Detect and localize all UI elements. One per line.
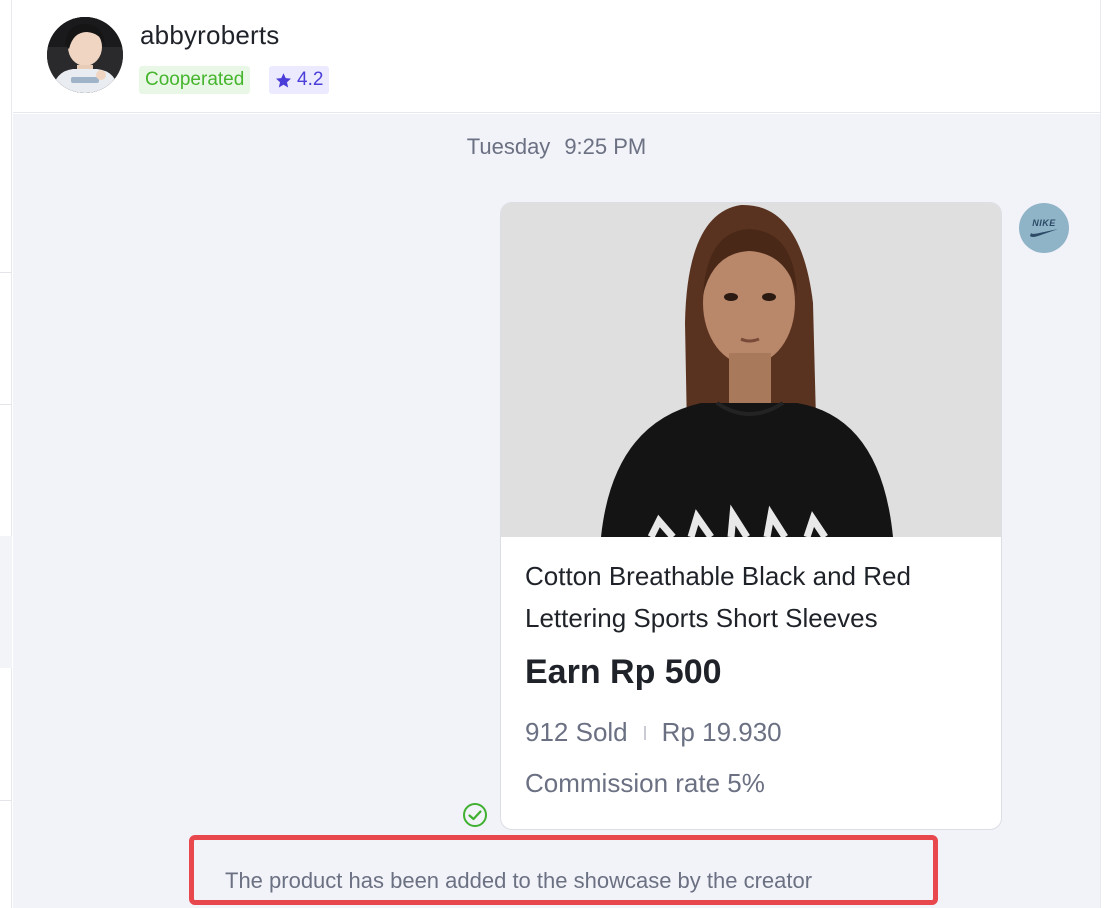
product-card[interactable]: Cotton Breathable Black and Red Letterin… <box>500 202 1002 830</box>
product-stats: 912 Sold Rp 19.930 <box>525 717 782 748</box>
showcase-notice: The product has been added to the showca… <box>225 868 813 893</box>
nike-logo-text: NIKE <box>1032 218 1056 228</box>
cooperated-badge: Cooperated <box>139 66 251 94</box>
rating-value: 4.2 <box>297 69 324 90</box>
stats-divider <box>643 725 646 740</box>
star-icon <box>276 72 291 87</box>
timestamp-day: Tuesday <box>466 134 551 159</box>
profile-photo-icon <box>47 17 123 93</box>
timestamp-time: 9:25 PM <box>564 134 647 159</box>
commission-rate: Commission rate 5% <box>525 768 765 798</box>
message-timestamp: Tuesday 9:25 PM <box>13 134 1100 160</box>
right-panel-edge <box>1100 0 1110 908</box>
creator-username: abbyroberts <box>140 20 280 50</box>
product-photo-icon <box>501 203 1001 537</box>
left-panel-edge <box>0 0 12 908</box>
rating-badge: 4.2 <box>269 66 330 94</box>
chat-thread: Tuesday 9:25 PM NIKE Cotton Breathable B… <box>13 114 1100 908</box>
creator-avatar[interactable] <box>47 17 123 93</box>
nike-swoosh-icon <box>1030 229 1058 237</box>
check-circle-icon <box>463 803 487 827</box>
sold-count: 912 Sold <box>525 717 628 747</box>
product-price: Rp 19.930 <box>661 717 782 747</box>
brand-avatar[interactable]: NIKE <box>1019 203 1069 253</box>
product-title: Cotton Breathable Black and Red Letterin… <box>525 561 911 633</box>
earn-amount: Earn Rp 500 <box>525 653 722 691</box>
chat-header: abbyroberts Cooperated 4.2 <box>13 0 1100 113</box>
product-image[interactable] <box>501 203 1001 537</box>
